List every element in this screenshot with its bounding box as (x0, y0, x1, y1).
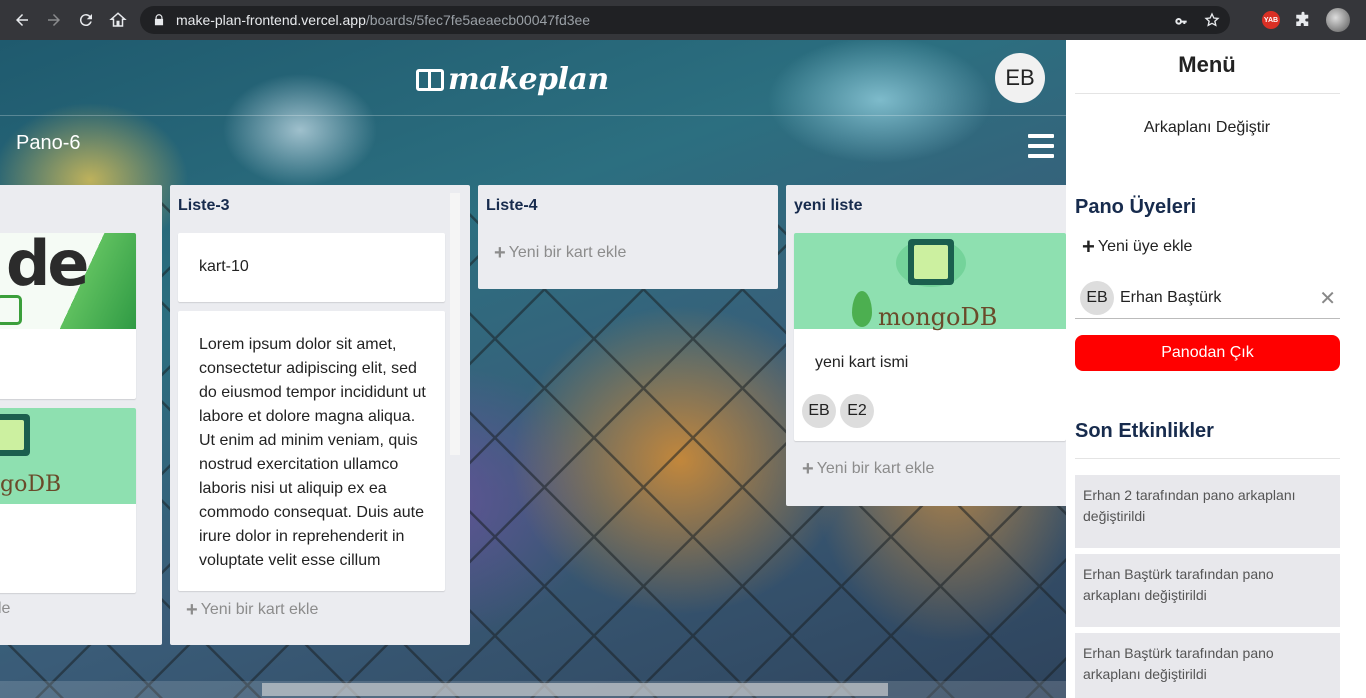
card-image-node: de (0, 233, 136, 329)
user-avatar[interactable]: EB (995, 53, 1045, 103)
menu-hamburger-icon[interactable] (1028, 134, 1054, 158)
forward-icon[interactable] (38, 4, 70, 36)
activity-item: Erhan Baştürk tarafından pano arkaplanı … (1075, 633, 1340, 698)
board-title: Pano-6 (16, 132, 81, 154)
profile-avatar-icon[interactable] (1326, 8, 1350, 32)
card-mongo-partial[interactable]: goDB (0, 408, 136, 593)
star-icon[interactable] (1204, 12, 1220, 28)
add-card-button[interactable]: + Yeni bir kart ekle (494, 243, 626, 263)
change-background-link[interactable]: Arkaplanı Değiştir (1066, 119, 1348, 137)
member-avatar[interactable]: EB (802, 394, 836, 428)
menu-title: Menü (1178, 52, 1236, 77)
card-image-mongo: mongoDB (794, 233, 1066, 331)
card-kart-10[interactable]: kart-10 (178, 233, 445, 302)
member-avatar: EB (1080, 281, 1114, 315)
activity-item: Erhan 2 tarafından pano arkaplanı değişt… (1075, 475, 1340, 548)
leave-board-button[interactable]: Panodan Çık (1075, 335, 1340, 371)
reload-icon[interactable] (70, 4, 102, 36)
home-icon[interactable] (102, 4, 134, 36)
makeplan-logo[interactable]: makeplan (416, 62, 609, 97)
card-image-mongo: goDB (0, 408, 136, 504)
member-row: EB Erhan Baştürk ✕ (1075, 278, 1340, 319)
plus-icon: + (494, 242, 506, 264)
plus-icon: + (802, 458, 814, 480)
card-yeni-kart[interactable]: mongoDB yeni kart ismi EB E2 (794, 233, 1066, 441)
add-card-button[interactable]: + Yeni bir kart ekle (802, 459, 934, 479)
list-liste-3: Liste-3 kart-10 Lorem ipsum dolor sit am… (170, 185, 470, 645)
lock-icon (154, 14, 164, 26)
side-menu: Menü Arkaplanı Değiştir Pano Üyeleri + Y… (1066, 40, 1366, 698)
key-icon[interactable] (1174, 12, 1190, 28)
url-path: /boards/5fec7fe5aeaecb00047fd3ee (365, 12, 591, 28)
browser-toolbar: make-plan-frontend.vercel.app/boards/5fe… (0, 0, 1366, 40)
divider (1075, 93, 1340, 94)
yab-extension-icon[interactable]: YAB (1262, 11, 1280, 29)
board-logo-icon (416, 68, 444, 91)
member-avatar[interactable]: E2 (840, 394, 874, 428)
activity-item: Erhan Baştürk tarafından pano arkaplanı … (1075, 554, 1340, 627)
activities-section-title: Son Etkinlikler (1075, 420, 1214, 442)
url-host: make-plan-frontend.vercel.app (176, 12, 366, 28)
address-bar[interactable]: make-plan-frontend.vercel.app/boards/5fe… (140, 6, 1230, 34)
add-card-button[interactable]: + Yeni bir kart ekle (186, 600, 318, 620)
card-title: yeni kart ismi (815, 354, 909, 371)
remove-member-icon[interactable]: ✕ (1319, 286, 1336, 311)
back-icon[interactable] (6, 4, 38, 36)
add-member-button[interactable]: + Yeni üye ekle (1082, 236, 1192, 258)
list-scrollbar[interactable] (450, 193, 460, 455)
list-title[interactable]: Liste-3 (178, 197, 230, 215)
card-members: EB E2 (802, 394, 878, 428)
plus-icon: + (1082, 234, 1095, 259)
members-section-title: Pano Üyeleri (1075, 196, 1197, 218)
plus-icon: + (186, 599, 198, 621)
app-header: makeplan EB (0, 40, 1066, 116)
card-title: kart-10 (199, 258, 249, 275)
divider (1075, 458, 1340, 459)
extensions-puzzle-icon[interactable] (1294, 11, 1312, 29)
scrollbar-thumb[interactable] (262, 683, 888, 696)
add-card-button[interactable]: kle (0, 600, 10, 618)
list-yeni-liste: yeni liste mongoDB yeni kart ismi EB E2 … (786, 185, 1076, 506)
list-liste-4: Liste-4 + Yeni bir kart ekle (478, 185, 778, 289)
board-horizontal-scrollbar[interactable] (0, 681, 1066, 698)
mongo-image-text: goDB (0, 472, 62, 497)
list-title[interactable]: yeni liste (794, 197, 862, 215)
logo-text: makeplan (448, 62, 609, 97)
mongo-image-text: mongoDB (878, 303, 998, 331)
card-title: Lorem ipsum dolor sit amet, consectetur … (199, 336, 426, 569)
node-image-text: de (6, 233, 89, 300)
list-partial: de goDB kle (0, 185, 162, 645)
card-lorem[interactable]: Lorem ipsum dolor sit amet, consectetur … (178, 311, 445, 591)
member-name: Erhan Baştürk (1120, 289, 1222, 306)
card-node[interactable]: de (0, 233, 136, 399)
list-title[interactable]: Liste-4 (486, 197, 538, 215)
